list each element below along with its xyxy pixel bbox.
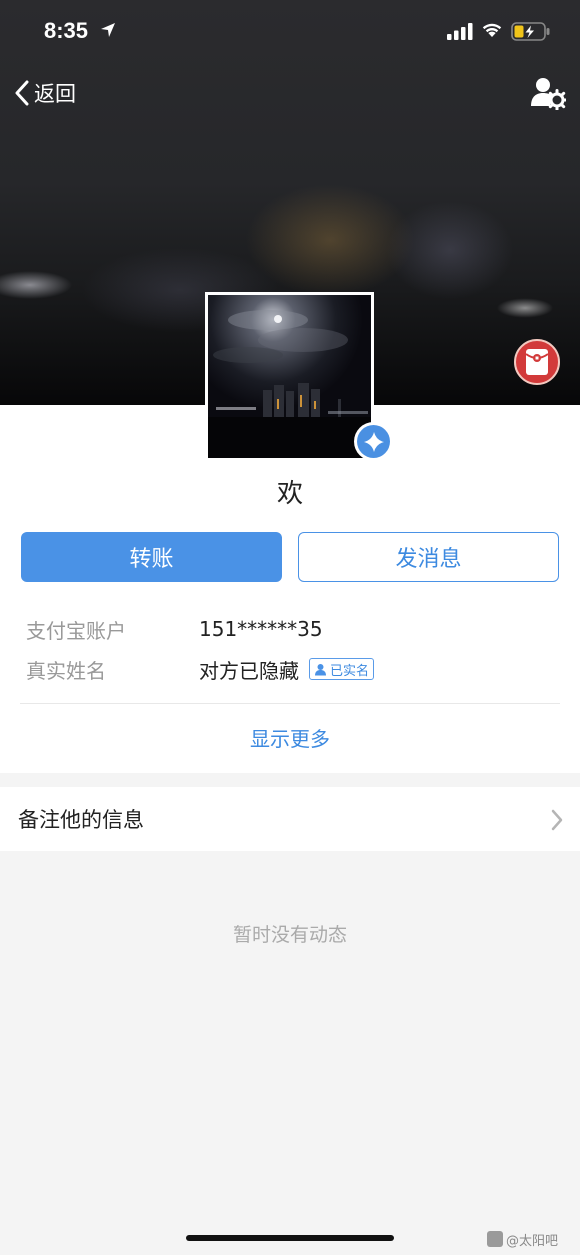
red-packet-button[interactable] (514, 339, 560, 385)
avatar[interactable] (205, 292, 374, 461)
battery-icon (511, 22, 550, 41)
empty-feed-text: 暂时没有动态 (232, 924, 347, 946)
wifi-icon (482, 23, 502, 37)
nickname: 欢 (276, 479, 303, 509)
watermark: @太阳吧 (487, 1228, 558, 1250)
red-packet-icon (525, 349, 549, 375)
divider (20, 703, 560, 704)
id-card-icon (315, 663, 326, 675)
watermark-logo-icon (487, 1231, 503, 1247)
back-label: 返回 (34, 82, 76, 106)
transfer-button[interactable]: 转账 (21, 532, 282, 582)
info-row-realname: 真实姓名 对方已隐藏 已实名 (26, 655, 375, 683)
home-indicator[interactable] (186, 1235, 394, 1241)
account-value: 151******35 (199, 617, 323, 641)
chevron-right-icon (551, 809, 563, 831)
verified-badge (354, 422, 393, 461)
realname-value: 对方已隐藏 (199, 658, 299, 683)
status-bar: 8:35 (0, 0, 580, 62)
status-time: 8:35 (44, 18, 89, 43)
avatar-photo (208, 295, 371, 458)
verified-diamond-icon (363, 431, 384, 452)
remark-label: 备注他的信息 (18, 808, 144, 832)
user-settings-icon[interactable] (530, 76, 566, 110)
remark-row[interactable]: 备注他的信息 (0, 787, 580, 851)
verified-tag: 已实名 (309, 658, 375, 680)
cellular-signal-icon (447, 23, 473, 40)
account-label: 支付宝账户 (26, 618, 126, 643)
show-more-link[interactable]: 显示更多 (0, 723, 580, 752)
verified-tag-label: 已实名 (330, 663, 370, 679)
watermark-text: @太阳吧 (506, 1233, 559, 1249)
chevron-left-icon (15, 80, 29, 106)
location-arrow-icon (101, 23, 115, 37)
info-row-account: 支付宝账户 151******35 (26, 615, 323, 643)
message-button[interactable]: 发消息 (298, 532, 559, 582)
realname-label: 真实姓名 (26, 658, 106, 683)
back-button[interactable]: 返回 (14, 76, 76, 110)
